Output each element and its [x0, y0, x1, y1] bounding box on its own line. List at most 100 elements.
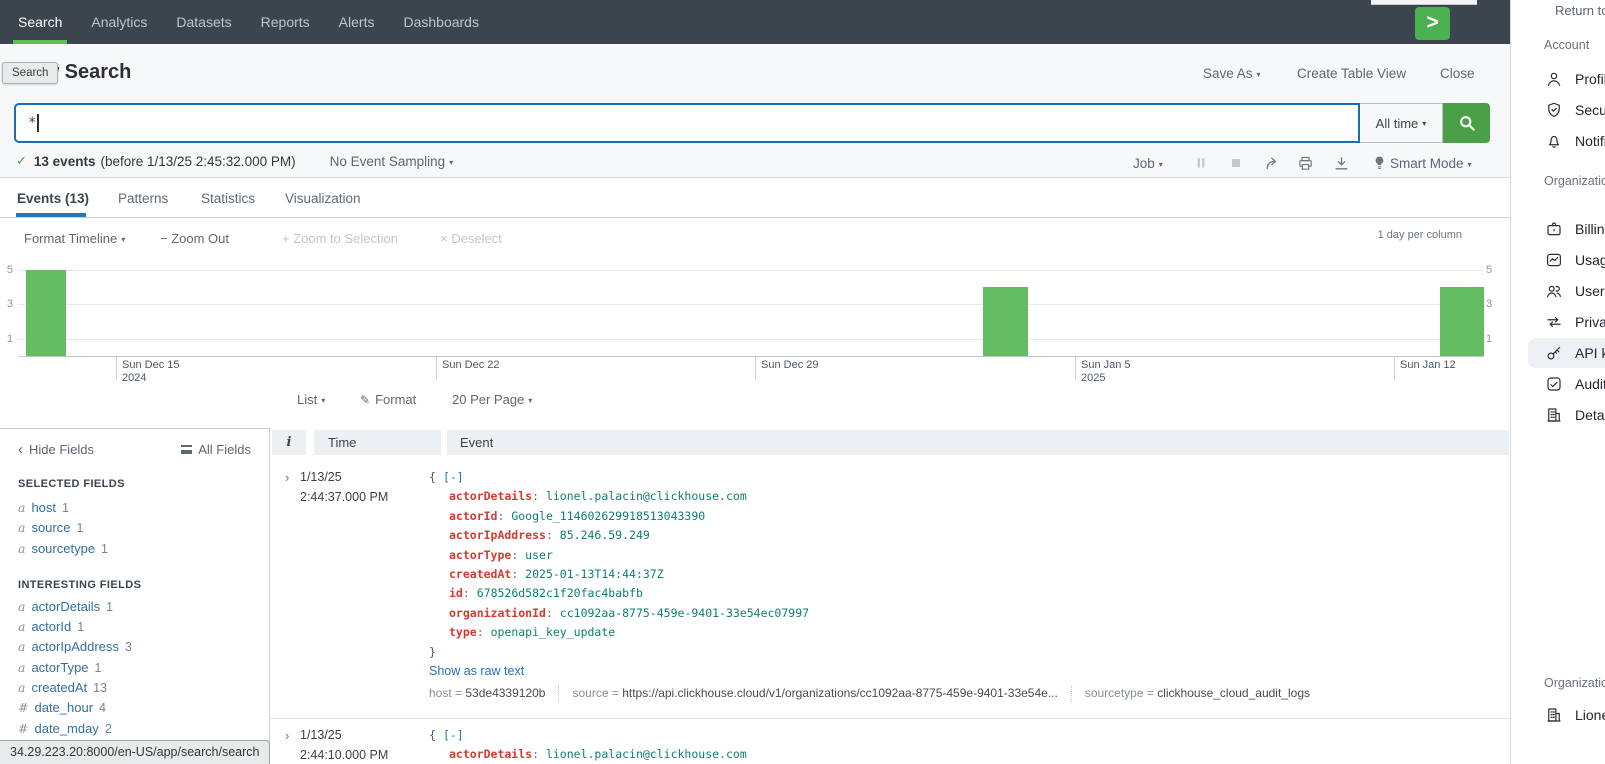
- json-key[interactable]: actorType: [449, 548, 511, 562]
- all-fields-button[interactable]: All Fields: [181, 442, 251, 457]
- settings-item-profile[interactable]: Profile: [1528, 64, 1605, 94]
- json-key[interactable]: createdAt: [449, 567, 511, 581]
- y-axis-tick-label: 1: [1486, 333, 1499, 345]
- field-row[interactable]: acreatedAt13: [18, 678, 251, 698]
- timeline-bar[interactable]: [983, 287, 1028, 356]
- json-key[interactable]: type: [449, 625, 477, 639]
- search-mode-dropdown[interactable]: Smart Mode▾: [1390, 156, 1472, 171]
- json-value[interactable]: lionel.palacin@clickhouse.com: [546, 747, 747, 761]
- job-menu[interactable]: Job▾: [1133, 156, 1163, 171]
- timeline-bar[interactable]: [1440, 287, 1484, 356]
- format-timeline-dropdown[interactable]: Format Timeline▾: [24, 231, 125, 246]
- nav-item[interactable]: Datasets: [176, 0, 231, 44]
- settings-item-security[interactable]: Security: [1528, 95, 1605, 125]
- json-key[interactable]: organizationId: [449, 606, 546, 620]
- deselect-button[interactable]: × Deselect: [440, 231, 502, 246]
- json-key[interactable]: actorDetails: [449, 747, 532, 761]
- result-tab[interactable]: Statistics: [201, 191, 255, 206]
- collapse-json-link[interactable]: [-]: [443, 728, 464, 742]
- settings-item-usage[interactable]: Usage: [1528, 245, 1605, 275]
- events-timeline-chart[interactable]: 113355Sun Dec 152024Sun Dec 22Sun Dec 29…: [0, 258, 1510, 384]
- section-label-account: Account: [1544, 38, 1589, 52]
- settings-item-users[interactable]: Users: [1528, 276, 1605, 306]
- sampling-dropdown[interactable]: No Event Sampling▾: [330, 154, 454, 169]
- tabs-divider: [0, 217, 1510, 218]
- json-value[interactable]: user: [525, 548, 553, 562]
- settings-item-private[interactable]: Private: [1528, 307, 1605, 337]
- pause-icon[interactable]: [1193, 155, 1211, 173]
- zoom-out-button[interactable]: − Zoom Out: [160, 231, 229, 246]
- list-view-dropdown[interactable]: List▾: [297, 392, 325, 407]
- close-button[interactable]: Close: [1440, 66, 1475, 81]
- chevron-down-icon: ▾: [1257, 70, 1261, 79]
- json-value[interactable]: openapi_key_update: [491, 625, 616, 639]
- field-row[interactable]: ahost1: [18, 498, 251, 518]
- print-icon[interactable]: [1297, 155, 1315, 173]
- stop-icon[interactable]: [1228, 155, 1246, 173]
- field-type: #: [18, 721, 28, 736]
- collapse-json-link[interactable]: [-]: [443, 470, 464, 484]
- json-key[interactable]: actorId: [449, 509, 497, 523]
- field-row[interactable]: asource1: [18, 518, 251, 538]
- expand-row-icon[interactable]: ›: [270, 726, 300, 764]
- nav-item[interactable]: Analytics: [91, 0, 147, 44]
- json-value[interactable]: Google_114602629918513043390: [511, 509, 705, 523]
- field-type: a: [18, 500, 25, 515]
- field-row[interactable]: aactorId1: [18, 617, 251, 637]
- selected-fields-title: SELECTED FIELDS: [18, 478, 251, 490]
- format-button[interactable]: ✎Format: [360, 392, 416, 407]
- show-raw-text-link[interactable]: Show as raw text: [429, 662, 524, 681]
- field-row[interactable]: #date_hour4: [18, 698, 251, 718]
- settings-item-details[interactable]: Details: [1528, 400, 1605, 430]
- time-range-picker[interactable]: All time▾: [1360, 103, 1443, 143]
- timeline-bar[interactable]: [26, 270, 66, 356]
- result-tab[interactable]: Events (13): [17, 191, 89, 206]
- search-submit-button[interactable]: [1443, 103, 1490, 143]
- result-tab[interactable]: Patterns: [118, 191, 168, 206]
- nav-item[interactable]: Dashboards: [403, 0, 479, 44]
- field-row[interactable]: aactorDetails1: [18, 597, 251, 617]
- cloud-settings-panel: Return to Account ProfileSecurityNotific…: [1510, 0, 1605, 764]
- x-axis-tick: [1075, 356, 1076, 380]
- settings-item-billing[interactable]: Billing: [1528, 214, 1605, 244]
- field-row[interactable]: #date_mday2: [18, 719, 251, 739]
- json-key[interactable]: actorDetails: [449, 489, 532, 503]
- settings-item-lionel[interactable]: Lionel: [1528, 700, 1605, 730]
- json-key[interactable]: actorIpAddress: [449, 528, 546, 542]
- settings-item-api-keys[interactable]: API keys: [1528, 338, 1605, 368]
- expand-row-icon[interactable]: ›: [270, 468, 300, 702]
- json-key[interactable]: id: [449, 586, 463, 600]
- settings-item-audit[interactable]: Audit: [1528, 369, 1605, 399]
- share-icon[interactable]: [1264, 155, 1282, 173]
- json-value[interactable]: 85.246.59.249: [560, 528, 650, 542]
- nav-item[interactable]: Alerts: [339, 0, 375, 44]
- search-input[interactable]: *: [14, 103, 1360, 143]
- building-icon: [1545, 706, 1563, 724]
- result-tab[interactable]: Visualization: [285, 191, 361, 206]
- nav-search-tooltip: Search: [2, 62, 58, 84]
- json-value[interactable]: lionel.palacin@clickhouse.com: [546, 489, 747, 503]
- hide-fields-button[interactable]: ‹Hide Fields: [18, 441, 94, 458]
- field-row[interactable]: aactorIpAddress3: [18, 637, 251, 657]
- nav-item[interactable]: Search: [18, 0, 62, 44]
- nav-item[interactable]: Reports: [261, 0, 310, 44]
- app-logo-button[interactable]: >: [1415, 7, 1450, 40]
- json-value[interactable]: 2025-01-13T14:44:37Z: [525, 567, 663, 581]
- background-window-edge: [1371, 0, 1477, 5]
- json-value[interactable]: cc1092aa-8775-459e-9401-33e54ec07997: [560, 606, 809, 620]
- save-as-button[interactable]: Save As▾: [1203, 66, 1261, 81]
- billing-icon: [1545, 220, 1563, 238]
- create-table-view-button[interactable]: Create Table View: [1297, 66, 1406, 81]
- browser-status-url: 34.29.223.20:8000/en-US/app/search/searc…: [0, 740, 270, 764]
- return-to-link[interactable]: Return to: [1555, 3, 1605, 18]
- field-row[interactable]: aactorType1: [18, 658, 251, 678]
- field-type: a: [18, 619, 25, 634]
- zoom-to-selection-button[interactable]: + Zoom to Selection: [282, 231, 398, 246]
- fields-sidebar: ‹Hide Fields All Fields SELECTED FIELDS …: [0, 428, 270, 764]
- download-icon[interactable]: [1333, 155, 1351, 173]
- json-value[interactable]: 678526d582c1f20fac4babfb: [477, 586, 643, 600]
- field-row[interactable]: asourcetype1: [18, 539, 251, 559]
- per-page-dropdown[interactable]: 20 Per Page▾: [452, 392, 532, 407]
- settings-item-notifications[interactable]: Notifications: [1528, 126, 1605, 156]
- json-field-line: actorType: user: [429, 546, 1510, 565]
